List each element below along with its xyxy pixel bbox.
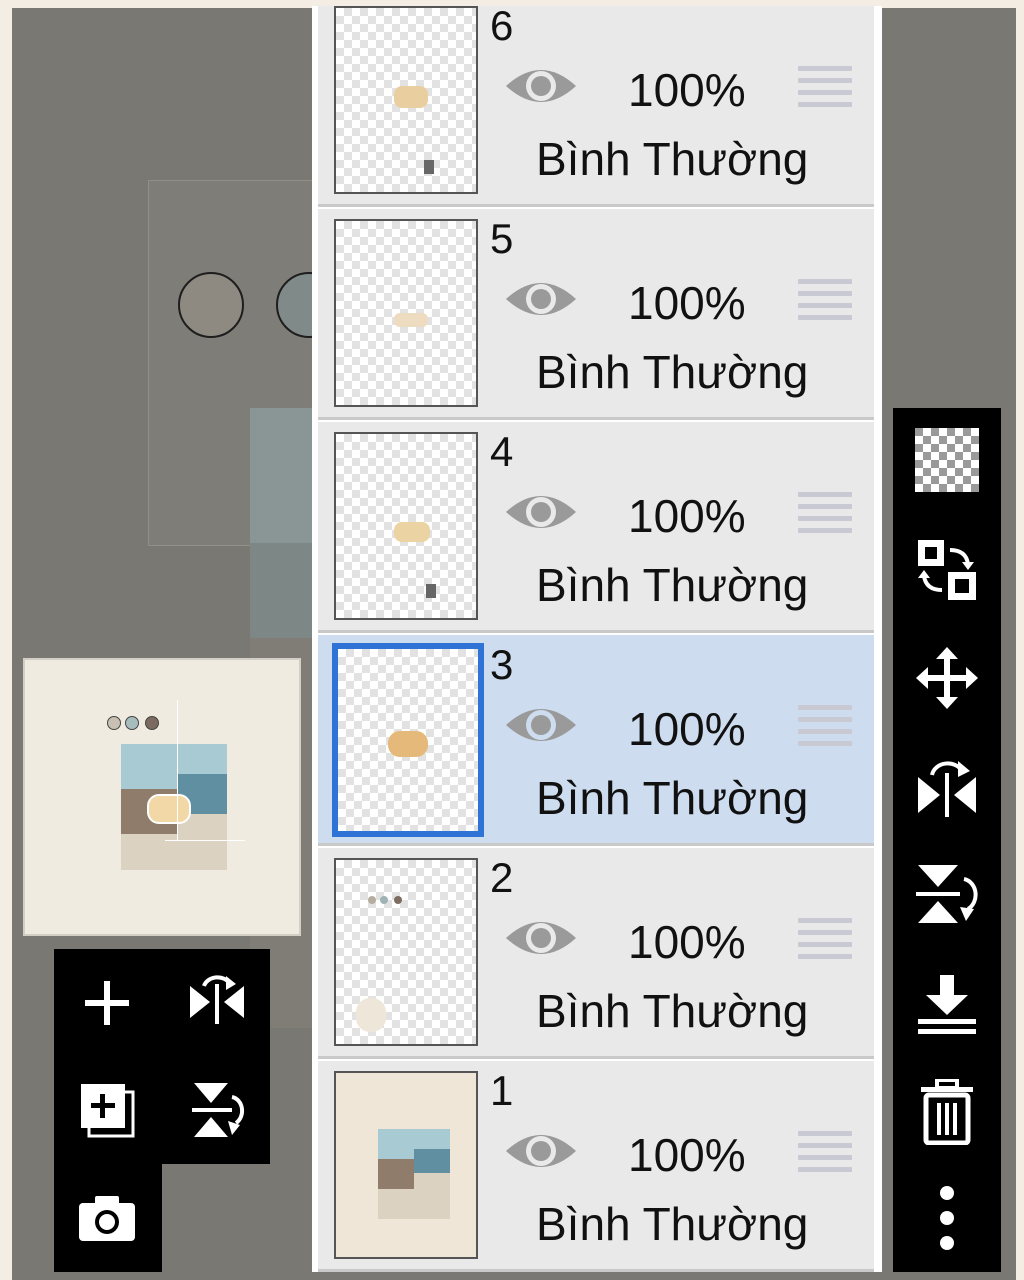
layer-thumbnail[interactable]	[334, 858, 478, 1046]
layer-thumbnail[interactable]	[334, 432, 478, 620]
layer-blend-mode[interactable]: Bình Thường	[536, 1197, 808, 1251]
layer-row-3[interactable]: 3 100% Bình Thường	[318, 635, 874, 846]
drag-handle-icon[interactable]	[798, 279, 852, 323]
move-button[interactable]	[893, 628, 1001, 728]
layer-opacity[interactable]: 100%	[628, 916, 746, 968]
camera-button[interactable]	[62, 1170, 152, 1266]
navigator-guide	[165, 840, 245, 841]
layer-opacity[interactable]: 100%	[628, 490, 746, 542]
layer-number: 5	[490, 215, 514, 262]
layer-thumbnail[interactable]	[334, 6, 478, 194]
visibility-eye-icon[interactable]	[504, 62, 578, 110]
layer-blend-mode[interactable]: Bình Thường	[536, 132, 808, 186]
flip-horizontal-icon	[190, 975, 244, 1024]
layer-row-6[interactable]: 6 100% Bình Thường	[318, 6, 874, 207]
drag-handle-icon[interactable]	[798, 1131, 852, 1175]
layer-row-4[interactable]: 4 100% Bình Thường	[318, 422, 874, 633]
layer-opacity[interactable]: 100%	[628, 1129, 746, 1181]
delete-layer-button[interactable]	[893, 1062, 1001, 1162]
layer-number: 4	[490, 428, 514, 475]
layer-row-1[interactable]: 1 100% Bình Thường	[318, 1061, 874, 1272]
drag-handle-icon[interactable]	[798, 918, 852, 962]
move-icon	[916, 647, 978, 709]
swatch-dot	[145, 716, 159, 730]
drag-handle-icon[interactable]	[798, 66, 852, 110]
layer-number: 6	[490, 6, 514, 49]
layer-thumbnail[interactable]	[334, 1071, 478, 1259]
layer-blend-mode[interactable]: Bình Thường	[536, 345, 808, 399]
visibility-eye-icon[interactable]	[504, 488, 578, 536]
trash-icon	[921, 1079, 973, 1145]
navigator-preview[interactable]	[23, 658, 301, 936]
layer-blend-mode[interactable]: Bình Thường	[536, 984, 808, 1038]
navigator-character	[147, 794, 191, 824]
layer-number: 1	[490, 1067, 514, 1114]
add-layer-copy-button[interactable]	[62, 1062, 152, 1158]
add-layer-copy-icon	[81, 1084, 135, 1138]
navigator-guide	[177, 700, 178, 840]
merge-down-icon	[918, 975, 976, 1034]
layer-opacity[interactable]: 100%	[628, 703, 746, 755]
visibility-eye-icon[interactable]	[504, 275, 578, 323]
swatch-dot	[125, 716, 139, 730]
flip-horizontal-icon	[918, 761, 976, 817]
more-options-button[interactable]	[893, 1168, 1001, 1268]
add-layer-button[interactable]	[62, 955, 152, 1051]
layer-opacity[interactable]: 100%	[628, 64, 746, 116]
right-toolbar	[893, 408, 1001, 1272]
layer-thumbnail[interactable]	[334, 219, 478, 407]
layer-blend-mode[interactable]: Bình Thường	[536, 558, 808, 612]
drag-handle-icon[interactable]	[798, 705, 852, 749]
visibility-eye-icon[interactable]	[504, 701, 578, 749]
layer-list[interactable]: 6 100% Bình Thường 5 100% Bình Thường 4 …	[318, 6, 874, 1272]
swap-layers-button[interactable]	[893, 520, 1001, 620]
swap-layers-icon	[918, 540, 976, 600]
layer-opacity[interactable]: 100%	[628, 277, 746, 329]
more-options-icon	[940, 1186, 954, 1250]
layer-row-5[interactable]: 5 100% Bình Thường	[318, 209, 874, 420]
visibility-eye-icon[interactable]	[504, 1127, 578, 1175]
flip-vertical-button[interactable]	[893, 844, 1001, 944]
layer-panel: 6 100% Bình Thường 5 100% Bình Thường 4 …	[312, 6, 882, 1272]
layer-number: 2	[490, 854, 514, 901]
visibility-eye-icon[interactable]	[504, 914, 578, 962]
flip-vertical-icon	[916, 865, 978, 923]
flip-vertical-icon	[192, 1083, 245, 1137]
layer-number: 3	[490, 641, 514, 688]
layer-row-2[interactable]: 2 100% Bình Thường	[318, 848, 874, 1059]
layer-thumbnail[interactable]	[332, 643, 484, 837]
transparency-icon	[915, 428, 979, 492]
flip-vertical-button[interactable]	[172, 1062, 262, 1158]
camera-icon	[79, 1196, 135, 1241]
flip-horizontal-button[interactable]	[172, 955, 262, 1051]
color-swatch	[178, 272, 244, 338]
drag-handle-icon[interactable]	[798, 492, 852, 536]
navigator-artwork	[121, 744, 227, 870]
add-layer-icon	[85, 981, 129, 1025]
swatch-dot	[107, 716, 121, 730]
transparency-button[interactable]	[893, 410, 1001, 510]
layer-blend-mode[interactable]: Bình Thường	[536, 771, 808, 825]
merge-down-button[interactable]	[893, 954, 1001, 1054]
flip-horizontal-button[interactable]	[893, 738, 1001, 838]
